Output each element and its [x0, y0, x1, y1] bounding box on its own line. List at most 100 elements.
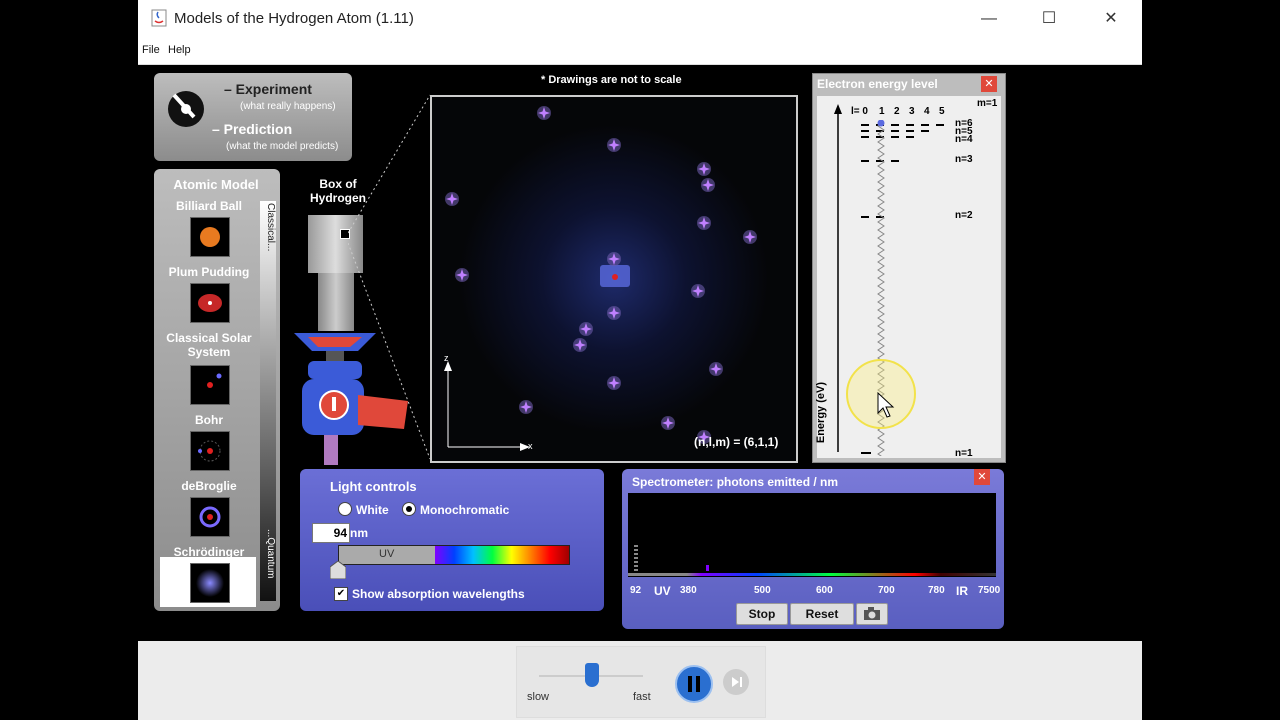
photon-marker	[708, 361, 724, 377]
spectrometer-close-button[interactable]: ✕	[974, 469, 990, 485]
step-button[interactable]	[723, 669, 749, 695]
speed-slider-thumb[interactable]	[585, 663, 599, 687]
tick-380: 380	[680, 585, 697, 596]
tick-700: 700	[878, 585, 895, 596]
light-controls-panel: Light controls White Monochromatic 94 nm…	[300, 469, 604, 611]
tick-7500: 7500	[978, 585, 1001, 596]
title-bar: Models of the Hydrogen Atom (1.11) — ☐ ✕	[138, 0, 1142, 38]
billiard-ball-icon[interactable]	[190, 217, 230, 257]
model-label-plum: Plum Pudding	[168, 265, 250, 279]
m-label: m=1	[977, 98, 998, 109]
mode-knob-icon[interactable]	[164, 85, 208, 129]
model-label-schrodinger: Schrödinger	[173, 545, 245, 559]
photon-marker	[454, 267, 470, 283]
light-controls-title: Light controls	[330, 479, 417, 494]
photon-marker	[606, 375, 622, 391]
prediction-desc: (what the model predicts)	[226, 141, 339, 152]
photon-marker	[536, 105, 552, 121]
schrodinger-icon[interactable]	[190, 563, 230, 603]
model-label-bohr: Bohr	[195, 413, 223, 427]
mode-switch-panel: – Experiment (what really happens) – Pre…	[154, 73, 352, 161]
photon-marker	[700, 177, 716, 193]
scale-quantum-label: ...Quantum	[265, 529, 276, 579]
scale-classical-label: Classical...	[265, 203, 276, 252]
energy-axis	[834, 104, 842, 452]
tick-92: 92	[630, 585, 642, 596]
visible-spectrum	[435, 546, 569, 564]
maximize-button[interactable]: ☐	[1018, 0, 1080, 38]
wavelength-slider-thumb[interactable]	[329, 560, 347, 580]
model-label-debroglie: deBroglie	[181, 479, 237, 493]
spectrometer-display	[628, 493, 996, 577]
app-window: Models of the Hydrogen Atom (1.11) — ☐ ✕…	[138, 0, 1142, 720]
scale-note: * Drawings are not to scale	[541, 74, 682, 86]
monochromatic-radio[interactable]	[402, 502, 416, 516]
white-label: White	[356, 503, 389, 517]
n-label-2: n=2	[955, 210, 973, 221]
prediction-option[interactable]: – Prediction	[212, 121, 292, 137]
minimize-button[interactable]: —	[958, 0, 1020, 38]
spectrum-axis-bar	[628, 573, 996, 576]
photon-marker	[444, 191, 460, 207]
close-button[interactable]: ✕	[1080, 0, 1142, 38]
wavelength-unit: nm	[350, 526, 368, 540]
wavelength-input[interactable]: 94	[312, 523, 350, 543]
n-label-1: n=1	[955, 448, 973, 459]
white-radio[interactable]	[338, 502, 352, 516]
atomic-model-title: Atomic Model	[173, 177, 259, 192]
quantum-state-label: (n,l,m) = (6,1,1)	[694, 435, 779, 449]
tick-780: 780	[928, 585, 945, 596]
mouse-pointer-icon	[877, 391, 895, 418]
atomic-model-panel: Atomic Model Billiard Ball Plum Pudding …	[154, 169, 280, 611]
solar-system-icon[interactable]	[190, 365, 230, 405]
menu-file[interactable]: File	[142, 44, 160, 56]
debroglie-icon[interactable]	[190, 497, 230, 537]
axis-x-label: x	[528, 441, 533, 451]
tick-600: 600	[816, 585, 833, 596]
photon-marker	[606, 137, 622, 153]
energy-close-button[interactable]: ✕	[981, 76, 997, 92]
photon-marker	[572, 337, 588, 353]
reset-button[interactable]: Reset	[790, 603, 854, 625]
show-absorption-label: Show absorption wavelengths	[352, 587, 525, 601]
window-title: Models of the Hydrogen Atom (1.11)	[174, 10, 414, 27]
n-label-3: n=3	[955, 154, 973, 165]
menu-help[interactable]: Help	[168, 44, 191, 56]
plum-pudding-icon[interactable]	[190, 283, 230, 323]
uv-photon-count	[634, 545, 638, 571]
tick-500: 500	[754, 585, 771, 596]
menu-bar	[138, 38, 1142, 65]
l-label-1: 1	[879, 106, 885, 117]
photon-marker	[696, 215, 712, 231]
clock-control: slow fast	[516, 646, 766, 718]
energy-ylabel: Energy (eV)	[815, 382, 827, 444]
zoom-lines	[348, 94, 431, 460]
photon-marker	[606, 251, 622, 267]
photon-marker	[690, 283, 706, 299]
l-label-5: 5	[939, 106, 945, 117]
experiment-desc: (what really happens)	[240, 101, 336, 112]
camera-icon[interactable]	[856, 603, 888, 625]
model-label-billiard: Billiard Ball	[175, 199, 243, 213]
tick-ir: IR	[956, 584, 968, 598]
nucleus	[612, 274, 618, 280]
photon-marker	[606, 305, 622, 321]
photon-marker	[578, 321, 594, 337]
java-icon	[150, 8, 168, 28]
photon-marker	[742, 229, 758, 245]
l-label-3: 3	[909, 106, 915, 117]
clock-control-bar: slow fast	[138, 641, 1142, 720]
bohr-icon[interactable]	[190, 431, 230, 471]
l-label-0: l= 0	[851, 106, 868, 117]
stop-button[interactable]: Stop	[736, 603, 788, 625]
spectrometer-title: Spectrometer: photons emitted / nm	[632, 475, 839, 489]
speed-slow-label: slow	[527, 691, 550, 703]
monochromatic-label: Monochromatic	[420, 503, 510, 517]
show-absorption-checkbox[interactable]: ✔	[334, 587, 348, 601]
axis-z-label: z	[444, 353, 449, 363]
wavelength-slider-track[interactable]: UV	[338, 545, 570, 565]
l-label-4: 4	[924, 106, 930, 117]
pause-button[interactable]	[675, 665, 713, 703]
experiment-option[interactable]: – Experiment	[224, 81, 312, 97]
n-label-4: n=4	[955, 134, 973, 145]
